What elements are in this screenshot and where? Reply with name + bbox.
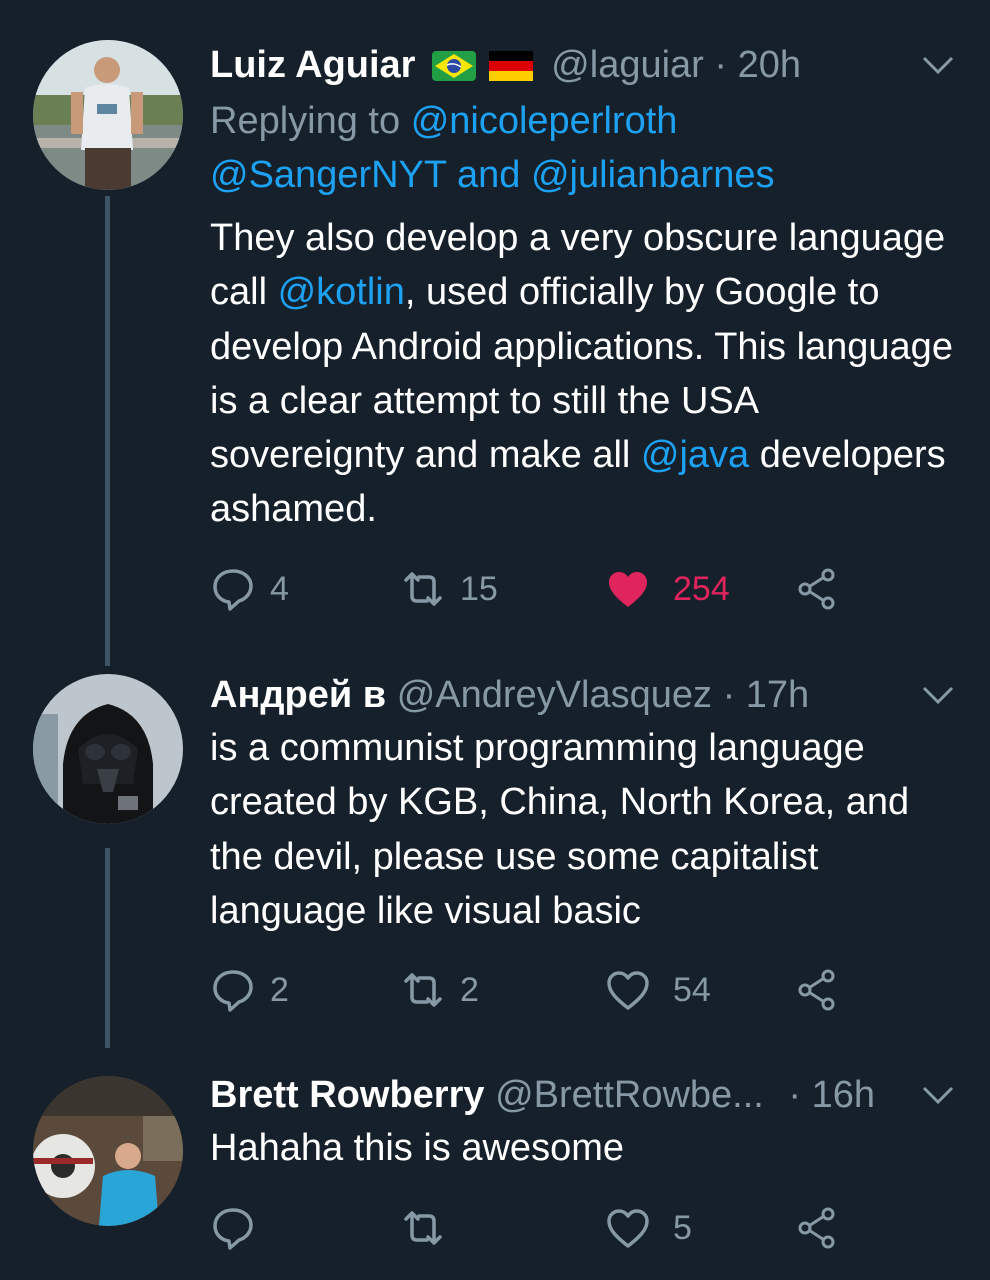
timestamp: · 17h <box>722 674 810 716</box>
retweet-icon <box>404 1211 442 1245</box>
tweet-header: Андрей в @AndreyVlasquez · 17h <box>210 672 809 718</box>
timestamp: · 20h <box>714 44 802 86</box>
display-name[interactable]: Luiz Aguiar <box>210 44 415 86</box>
mention-kotlin[interactable]: @kotlin <box>278 271 405 313</box>
chevron-down-icon[interactable] <box>922 1085 954 1105</box>
share-icon <box>798 1207 835 1249</box>
chevron-down-icon[interactable] <box>922 685 954 705</box>
avatar-luiz[interactable] <box>33 40 183 190</box>
avatar-brett[interactable] <box>33 1076 183 1226</box>
tweet-text: Hahaha this is awesome <box>210 1127 624 1169</box>
like-count: 5 <box>673 1208 692 1247</box>
tweet-actions: 5 <box>210 1204 860 1252</box>
mention-link[interactable]: @nicoleperlroth <box>411 100 678 142</box>
handle[interactable]: @BrettRowbe... <box>495 1074 764 1116</box>
retweet-icon <box>404 973 442 1007</box>
brazil-flag-icon <box>432 46 477 81</box>
tweet-text: is a communist programming language crea… <box>210 727 910 932</box>
thread-line <box>105 848 110 1048</box>
chevron-down-icon[interactable] <box>922 55 954 75</box>
replying-prefix: Replying to <box>210 100 401 142</box>
reply-count: 2 <box>270 970 289 1009</box>
reply-button[interactable] <box>210 1204 270 1252</box>
avatar-andrey[interactable] <box>33 674 183 824</box>
tweet-actions: 4 15 254 <box>210 565 860 613</box>
retweet-button[interactable]: 2 <box>400 966 479 1014</box>
display-name[interactable]: Brett Rowberry <box>210 1074 485 1116</box>
share-icon <box>798 969 835 1011</box>
germany-flag-icon <box>488 46 533 81</box>
reply-count: 4 <box>270 569 289 608</box>
tweet-header: Luiz Aguiar @laguiar · 20h <box>210 42 801 88</box>
reply-button[interactable]: 2 <box>210 966 289 1014</box>
handle[interactable]: @AndreyVlasquez <box>397 674 712 716</box>
reply-icon <box>213 970 253 1012</box>
handle[interactable]: @laguiar <box>551 44 704 86</box>
reply-icon <box>213 569 253 611</box>
thread-line <box>105 196 110 666</box>
tweet-luiz: Luiz Aguiar @laguiar · 20h Replying to @… <box>0 0 990 670</box>
retweet-button[interactable] <box>400 1204 460 1252</box>
replying-to: Replying to @nicoleperlroth @SangerNYT a… <box>210 94 950 202</box>
display-name[interactable]: Андрей в <box>210 674 386 716</box>
like-button[interactable]: 254 <box>605 565 730 613</box>
like-button[interactable]: 54 <box>605 966 711 1014</box>
share-button[interactable] <box>795 966 841 1014</box>
mention-link[interactable]: @julianbarnes <box>531 154 775 196</box>
heart-icon <box>607 1209 649 1248</box>
like-count: 54 <box>673 970 711 1009</box>
retweet-button[interactable]: 15 <box>400 565 498 613</box>
share-button[interactable] <box>795 1204 841 1252</box>
tweet-text: They also develop a very obscure languag… <box>210 211 958 537</box>
tweet-brett: Brett Rowberry @BrettRowbe... · 16h Haha… <box>0 1060 990 1280</box>
retweet-icon <box>404 572 442 606</box>
reply-button[interactable]: 4 <box>210 565 289 613</box>
retweet-count: 15 <box>460 569 498 608</box>
mention-java[interactable]: @java <box>641 434 749 476</box>
heart-icon <box>609 572 647 607</box>
timestamp: · 16h <box>788 1074 876 1116</box>
and-link[interactable]: and <box>457 154 520 196</box>
like-button[interactable]: 5 <box>605 1204 692 1252</box>
mention-link[interactable]: @SangerNYT <box>210 154 446 196</box>
tweet-header: Brett Rowberry @BrettRowbe... · 16h <box>210 1072 875 1118</box>
reply-icon <box>213 1208 253 1250</box>
tweet-actions: 2 2 54 <box>210 966 860 1014</box>
share-icon <box>798 568 835 610</box>
like-count: 254 <box>673 569 730 608</box>
retweet-count: 2 <box>460 970 479 1009</box>
tweet-andrey: Андрей в @AndreyVlasquez · 17h is a comm… <box>0 670 990 1060</box>
share-button[interactable] <box>795 565 841 613</box>
heart-icon <box>607 971 649 1010</box>
